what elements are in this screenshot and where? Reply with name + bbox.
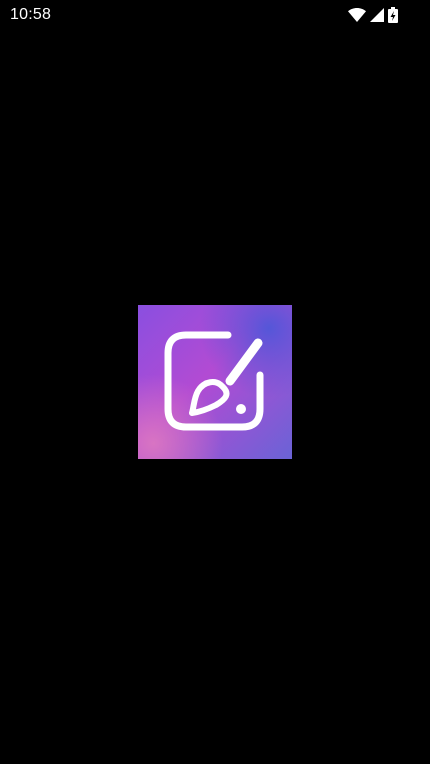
status-bar: 10:58: [0, 0, 430, 30]
battery-charging-icon: [388, 7, 398, 23]
splash-screen: [0, 30, 430, 764]
edit-brush-icon: [138, 305, 292, 459]
app-logo: [138, 305, 292, 459]
wifi-icon: [348, 8, 366, 22]
cellular-signal-icon: [370, 8, 384, 22]
status-icons: [348, 6, 398, 24]
status-time: 10:58: [10, 6, 52, 23]
